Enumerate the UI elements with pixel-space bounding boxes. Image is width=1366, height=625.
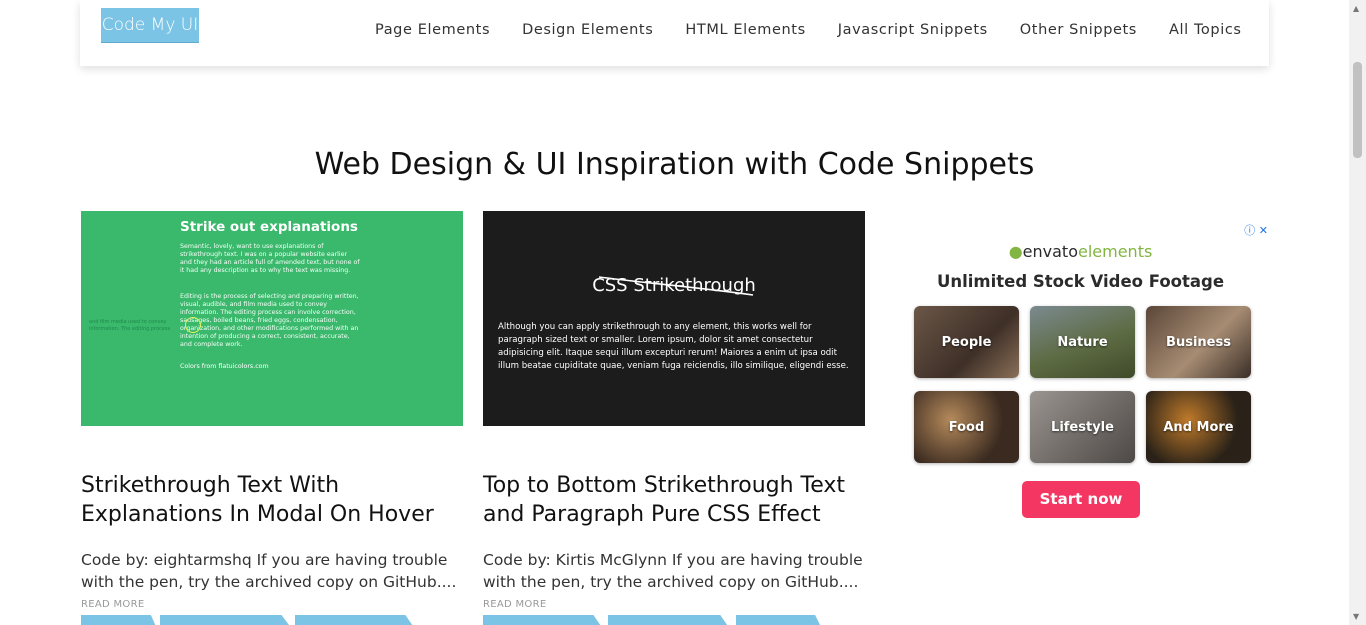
nav-other-snippets[interactable]: Other Snippets — [1020, 22, 1137, 38]
thumb-paragraph: Editing is the process of selecting and … — [180, 293, 359, 348]
ad-tile-nature[interactable]: Nature — [1030, 306, 1135, 378]
tile-label: Business — [1166, 334, 1231, 350]
nav-design-elements[interactable]: Design Elements — [522, 22, 653, 38]
tile-label: People — [941, 334, 992, 350]
card-thumbnail[interactable]: Strike out explanations Semantic, lovely… — [81, 211, 463, 426]
nav-page-elements[interactable]: Page Elements — [375, 22, 490, 38]
ad-brand-b: elements — [1077, 242, 1153, 261]
snippet-card: CSS Strikethrough Although you can apply… — [483, 211, 865, 625]
nav-javascript-snippets[interactable]: Javascript Snippets — [838, 22, 988, 38]
tag[interactable] — [295, 615, 415, 625]
scroll-up-arrow-icon[interactable]: ▲ — [1353, 4, 1359, 13]
main-nav: Page Elements Design Elements HTML Eleme… — [375, 22, 1274, 38]
thumb-title: Strike out explanations — [180, 219, 358, 235]
strikethrough-line-icon — [598, 276, 754, 296]
scroll-down-arrow-icon[interactable]: ▼ — [1353, 612, 1359, 621]
site-logo[interactable]: Code My UI — [101, 8, 199, 43]
tag[interactable] — [736, 615, 822, 625]
card-thumbnail[interactable]: CSS Strikethrough Although you can apply… — [483, 211, 865, 426]
tile-label: And More — [1163, 419, 1234, 435]
thumb-credit: Colors from flatuicolors.com — [180, 363, 269, 370]
tag[interactable] — [160, 615, 292, 625]
scrollbar-thumb[interactable] — [1353, 62, 1362, 158]
card-description: Code by: eightarmshq If you are having t… — [81, 551, 457, 591]
thumb-side-note: and film media used to convey informatio… — [89, 319, 171, 332]
tag[interactable] — [483, 615, 603, 625]
tag-list — [81, 615, 463, 625]
site-header: Code My UI Page Elements Design Elements… — [80, 0, 1269, 66]
tag-list — [483, 615, 865, 625]
nav-html-elements[interactable]: HTML Elements — [685, 22, 805, 38]
nav-all-topics[interactable]: All Topics — [1169, 22, 1242, 38]
start-now-button[interactable]: Start now — [1022, 481, 1140, 518]
ad-tile-business[interactable]: Business — [1146, 306, 1251, 378]
ad-tile-lifestyle[interactable]: Lifestyle — [1030, 391, 1135, 463]
ad-tile-food[interactable]: Food — [914, 391, 1019, 463]
thumb-paragraph: Although you can apply strikethrough to … — [498, 322, 849, 371]
ad-tile-people[interactable]: People — [914, 306, 1019, 378]
ad-tile-and-more[interactable]: And More — [1146, 391, 1251, 463]
cursor-highlight-icon — [185, 317, 201, 333]
read-more-link[interactable]: READ MORE — [81, 599, 144, 610]
ad-close-icon[interactable]: ⓘ ✕ — [1244, 222, 1268, 238]
tile-label: Lifestyle — [1051, 419, 1114, 435]
card-description: Code by: Kirtis McGlynn If you are havin… — [483, 551, 863, 591]
page-scrollbar[interactable]: ▲ ▼ — [1349, 0, 1366, 625]
thumb-paragraph: Semantic, lovely, want to use explanatio… — [180, 243, 360, 274]
card-title[interactable]: Strikethrough Text With Explanations In … — [81, 471, 463, 529]
tag[interactable] — [608, 615, 730, 625]
card-title[interactable]: Top to Bottom Strikethrough Text and Par… — [483, 471, 865, 529]
read-more-link[interactable]: READ MORE — [483, 599, 546, 610]
advertisement: ⓘ ✕ ●envatoelements Unlimited Stock Vide… — [898, 220, 1270, 530]
tile-label: Nature — [1057, 334, 1108, 350]
snippet-card: Strike out explanations Semantic, lovely… — [81, 211, 463, 625]
ad-brand: ●envatoelements — [898, 242, 1263, 261]
page-title: Web Design & UI Inspiration with Code Sn… — [314, 147, 1035, 182]
leaf-icon: ● — [1008, 242, 1023, 261]
tag[interactable] — [81, 615, 157, 625]
ad-headline: Unlimited Stock Video Footage — [936, 272, 1225, 291]
tile-label: Food — [948, 419, 985, 435]
ad-brand-a: envato — [1022, 242, 1078, 261]
